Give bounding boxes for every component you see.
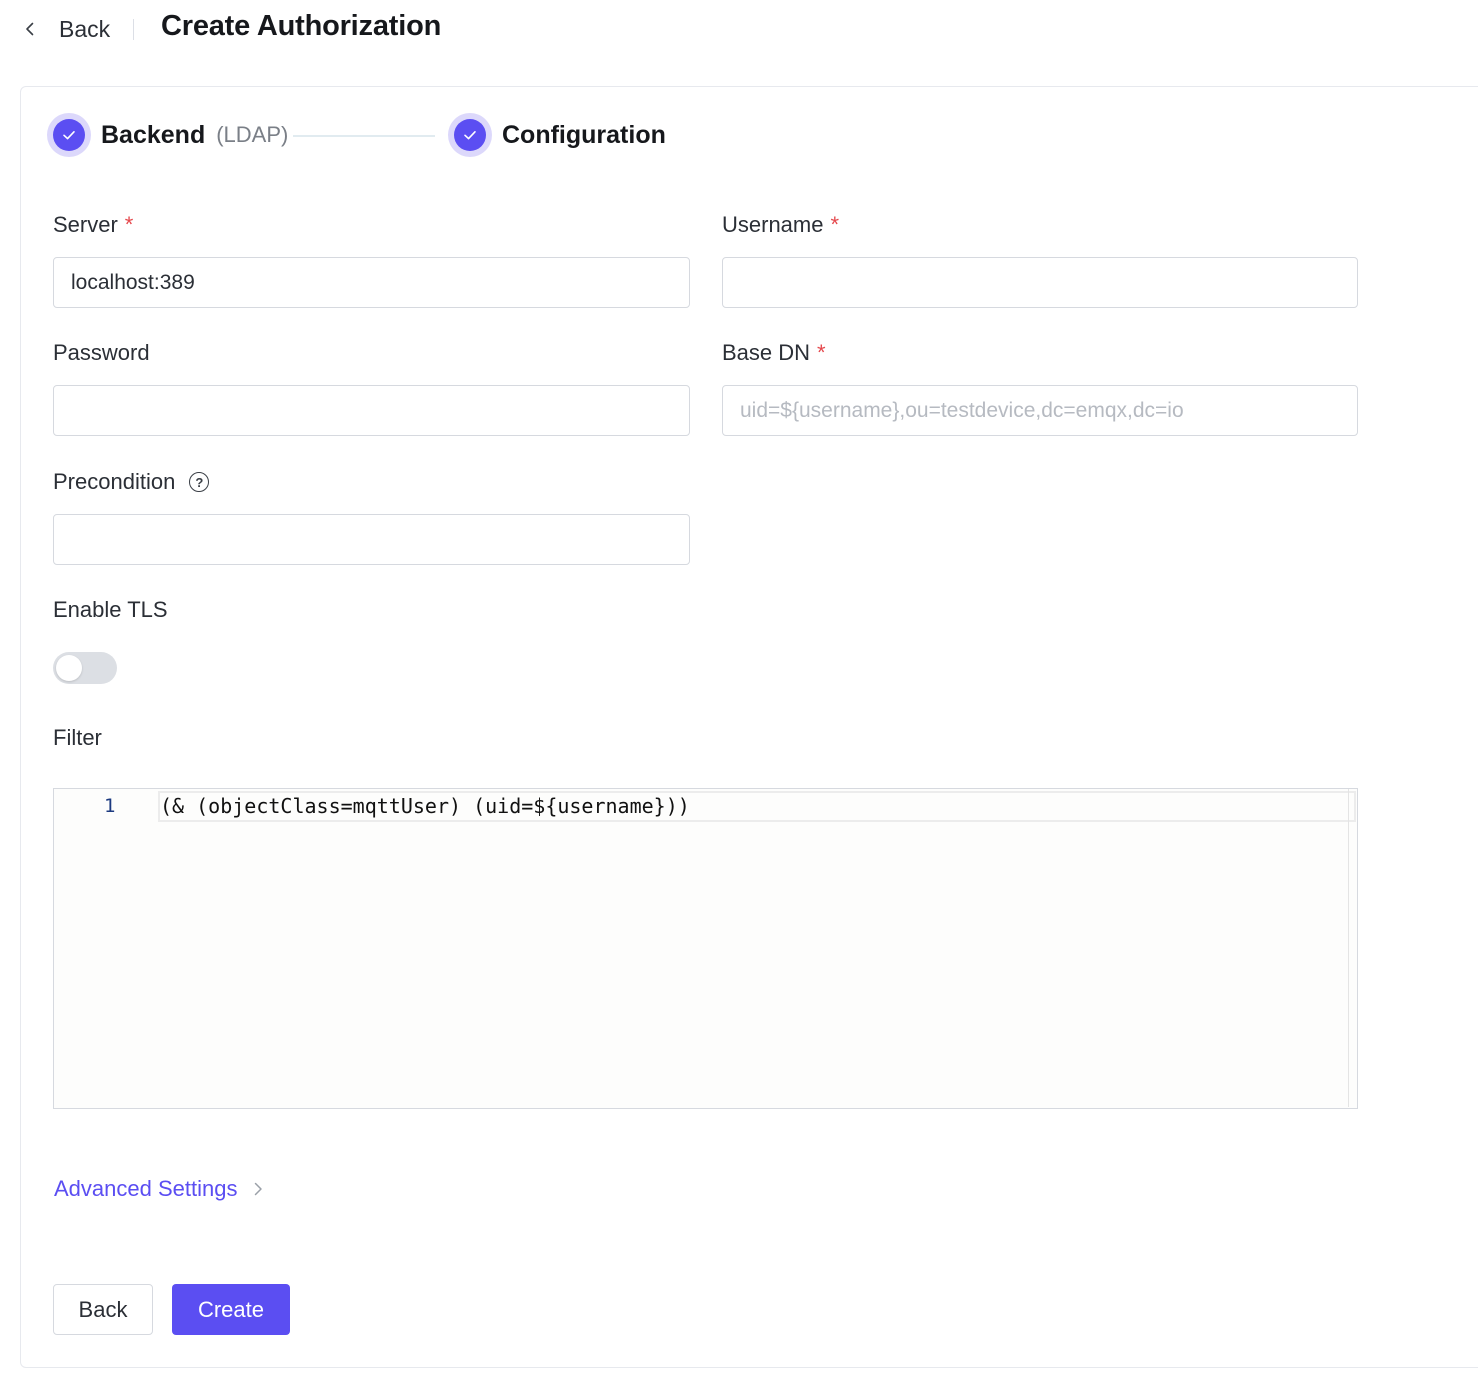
step-check-icon	[448, 113, 492, 157]
header-back-link[interactable]: Back	[22, 12, 110, 46]
line-number: 1	[104, 795, 116, 817]
filter-label: Filter	[53, 725, 102, 751]
chevron-left-icon	[26, 22, 34, 36]
step-backend: Backend (LDAP)	[47, 112, 288, 158]
editor-scrollbar[interactable]	[1348, 789, 1349, 1107]
page-header: Back Create Authorization	[0, 0, 1478, 60]
base-dn-label: Base DN *	[722, 340, 826, 366]
required-mark: *	[830, 212, 840, 237]
username-label-text: Username	[722, 212, 824, 237]
enable-tls-switch[interactable]	[53, 652, 117, 684]
step-check-icon	[47, 113, 91, 157]
back-button[interactable]: Back	[53, 1284, 153, 1335]
advanced-settings-toggle[interactable]: Advanced Settings	[54, 1176, 265, 1202]
page-title: Create Authorization	[161, 10, 442, 42]
enable-tls-label-text: Enable TLS	[53, 597, 168, 622]
password-input[interactable]	[53, 385, 690, 436]
server-label: Server *	[53, 212, 133, 238]
step-configuration: Configuration	[448, 112, 666, 158]
chevron-right-icon	[255, 1182, 263, 1196]
step-configuration-title: Configuration	[502, 120, 666, 149]
base-dn-label-text: Base DN	[722, 340, 811, 365]
switch-knob	[56, 655, 82, 681]
step-backend-subtitle: (LDAP)	[216, 122, 289, 147]
step-connector	[293, 135, 435, 137]
help-circle-icon[interactable]: ?	[189, 472, 210, 492]
header-back-label: Back	[59, 15, 111, 42]
username-input[interactable]	[722, 257, 1358, 308]
filter-code-text[interactable]: (& (objectClass=mqttUser) (uid=${usernam…	[160, 794, 690, 818]
base-dn-input[interactable]	[722, 385, 1358, 436]
filter-label-text: Filter	[53, 725, 102, 750]
precondition-label: Precondition ?	[53, 469, 210, 495]
create-button[interactable]: Create	[172, 1284, 290, 1335]
username-label: Username *	[722, 212, 839, 238]
server-input[interactable]	[53, 257, 690, 308]
filter-code-editor[interactable]: 1 (& (objectClass=mqttUser) (uid=${usern…	[53, 788, 1358, 1109]
password-label-text: Password	[53, 340, 150, 365]
required-mark: *	[817, 340, 826, 365]
server-label-text: Server	[53, 212, 118, 237]
password-label: Password	[53, 340, 150, 366]
required-mark: *	[124, 212, 134, 237]
step-backend-title: Backend	[101, 120, 206, 149]
advanced-settings-label: Advanced Settings	[54, 1176, 238, 1201]
precondition-input[interactable]	[53, 514, 690, 565]
precondition-label-text: Precondition	[53, 469, 176, 494]
header-divider	[133, 19, 134, 40]
enable-tls-label: Enable TLS	[53, 597, 168, 623]
